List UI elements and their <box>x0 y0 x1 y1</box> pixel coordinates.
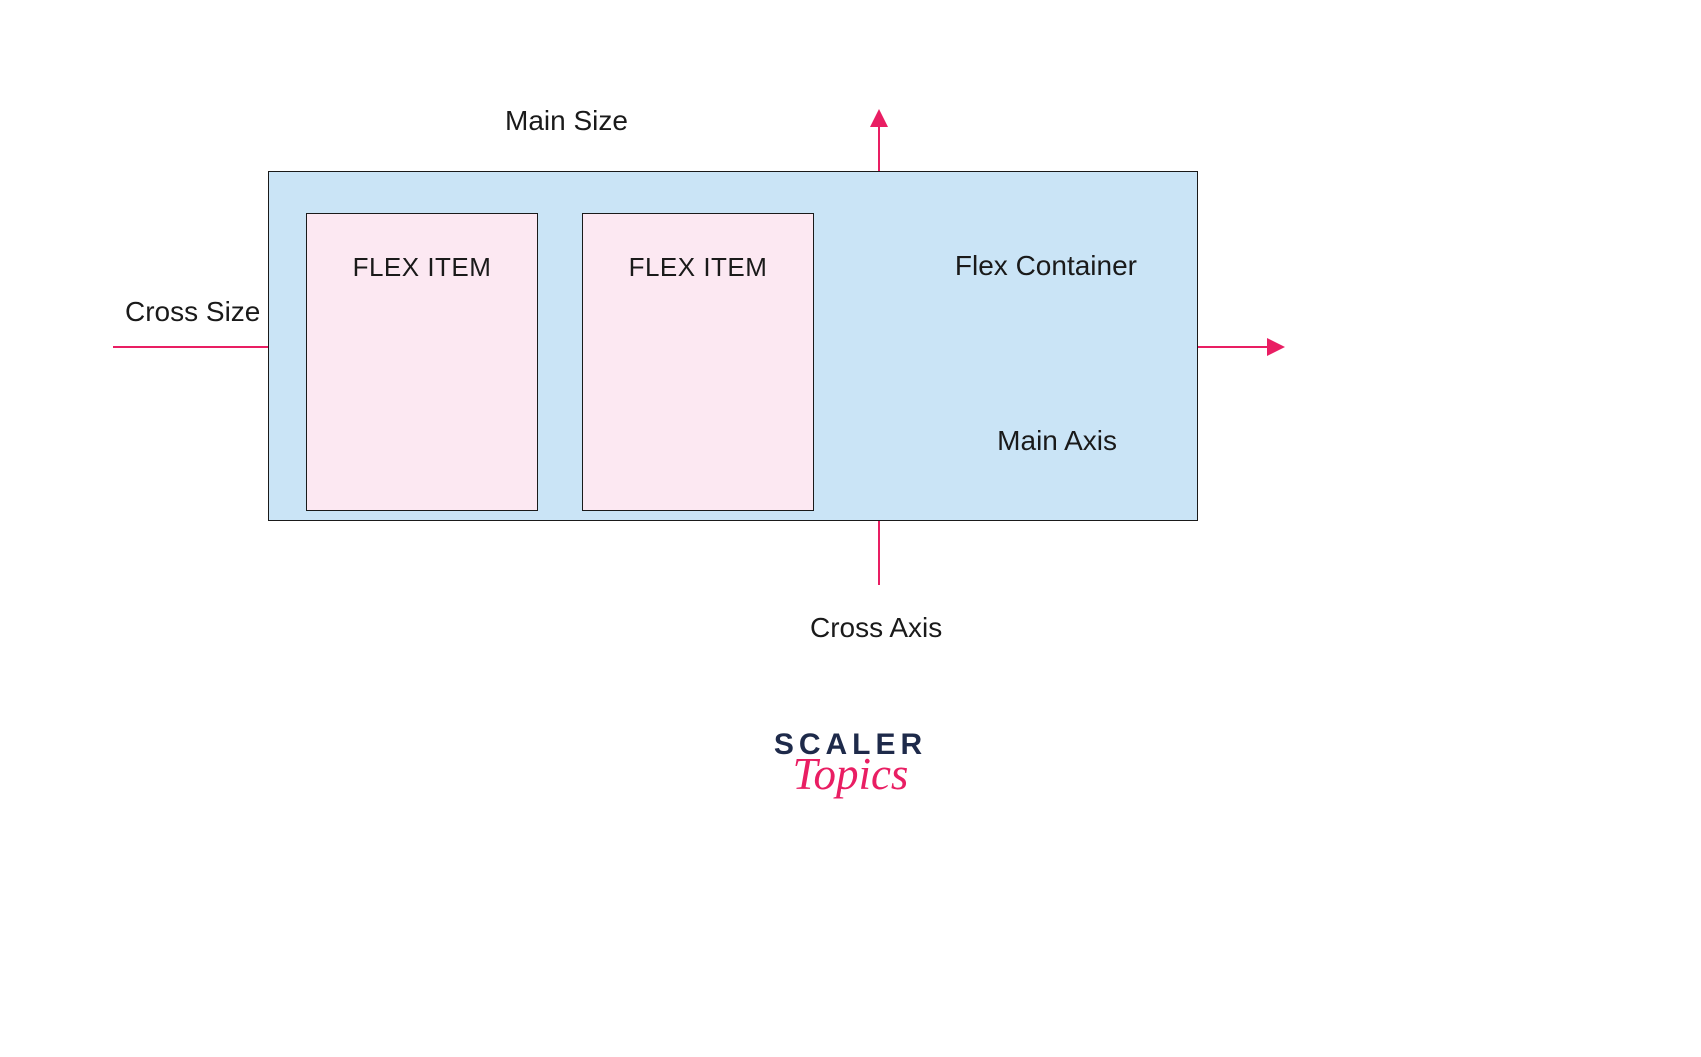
cross-axis-arrowhead-icon <box>870 109 888 127</box>
main-axis-arrowhead-icon <box>1267 338 1285 356</box>
main-size-label: Main Size <box>505 105 628 137</box>
flexbox-diagram: Main Size Cross Size FLEX ITEM FLEX ITEM… <box>0 0 1701 1057</box>
flex-container-box: FLEX ITEM FLEX ITEM Flex Container Main … <box>268 171 1198 521</box>
flex-item-box: FLEX ITEM <box>582 213 814 511</box>
flex-item-label: FLEX ITEM <box>629 252 768 283</box>
flex-container-label: Flex Container <box>955 250 1137 282</box>
logo-sub-text: Topics <box>774 752 927 797</box>
main-axis-label: Main Axis <box>997 425 1117 457</box>
flex-item-box: FLEX ITEM <box>306 213 538 511</box>
cross-size-label: Cross Size <box>125 296 260 328</box>
flex-item-label: FLEX ITEM <box>353 252 492 283</box>
cross-axis-label: Cross Axis <box>810 612 942 644</box>
scaler-topics-logo: SCALER Topics <box>774 730 927 797</box>
